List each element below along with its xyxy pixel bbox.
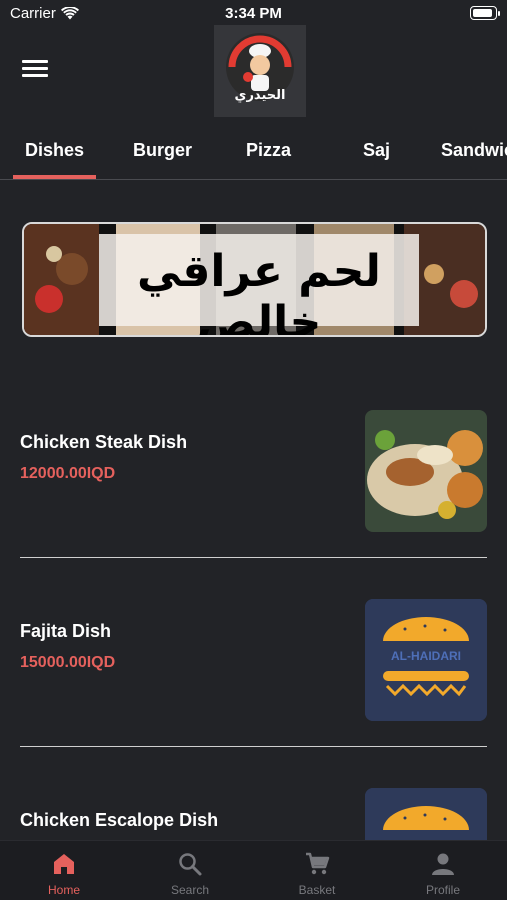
nav-search-label: Search xyxy=(170,883,210,897)
tab-burger[interactable]: Burger xyxy=(133,140,192,161)
home-icon xyxy=(54,854,74,874)
item-divider xyxy=(20,557,487,558)
item-name: Chicken Steak Dish xyxy=(20,432,188,452)
chicken-steak-photo xyxy=(365,410,487,532)
item-name: Fajita Dish xyxy=(20,621,112,641)
brand-text: AL-HAIDARI xyxy=(391,649,461,663)
nav-home[interactable]: Home xyxy=(1,841,127,900)
tab-dishes[interactable]: Dishes xyxy=(25,140,84,161)
nav-basket-label: Basket xyxy=(298,883,336,897)
battery-icon xyxy=(470,6,500,20)
promo-banner[interactable]: لحم عراقي خالص xyxy=(22,222,487,337)
category-tabs: Dishes Burger Pizza Saj Sandwiches xyxy=(0,128,507,180)
item-price: 15000.00IQD xyxy=(20,654,116,671)
menu-item[interactable]: Chicken Steak Dish 12000.00IQD xyxy=(20,410,487,532)
search-icon xyxy=(179,853,202,876)
tab-pizza[interactable]: Pizza xyxy=(246,140,291,161)
active-tab-indicator xyxy=(13,175,96,179)
item-divider xyxy=(20,746,487,747)
tab-saj[interactable]: Saj xyxy=(363,140,390,161)
item-image: AL-HAIDARI xyxy=(365,599,487,721)
item-image xyxy=(365,410,487,532)
menu-icon[interactable] xyxy=(22,60,48,82)
nav-basket[interactable]: Basket xyxy=(254,841,380,900)
item-price: 12000.00IQD xyxy=(20,465,116,482)
logo-text: الحيدري xyxy=(234,87,286,102)
banner-text: لحم عراقي خالص xyxy=(137,246,381,337)
nav-home-label: Home xyxy=(47,883,80,897)
tab-sandwiches[interactable]: Sandwiches xyxy=(441,140,507,161)
chef-logo-icon xyxy=(214,25,306,117)
person-icon xyxy=(432,853,454,875)
menu-item[interactable]: Fajita Dish 15000.00IQD AL-HAIDARI xyxy=(20,599,487,721)
bottom-navigation: Home Search Basket Profile xyxy=(0,840,507,900)
status-time: 3:34 PM xyxy=(225,5,282,22)
status-bar: Carrier 3:34 PM xyxy=(0,0,507,28)
cart-icon xyxy=(306,852,330,875)
nav-profile[interactable]: Profile xyxy=(380,841,506,900)
nav-profile-label: Profile xyxy=(425,883,460,897)
nav-search[interactable]: Search xyxy=(127,841,253,900)
item-name: Chicken Escalope Dish xyxy=(20,810,219,830)
restaurant-logo: الحيدري xyxy=(214,25,306,117)
